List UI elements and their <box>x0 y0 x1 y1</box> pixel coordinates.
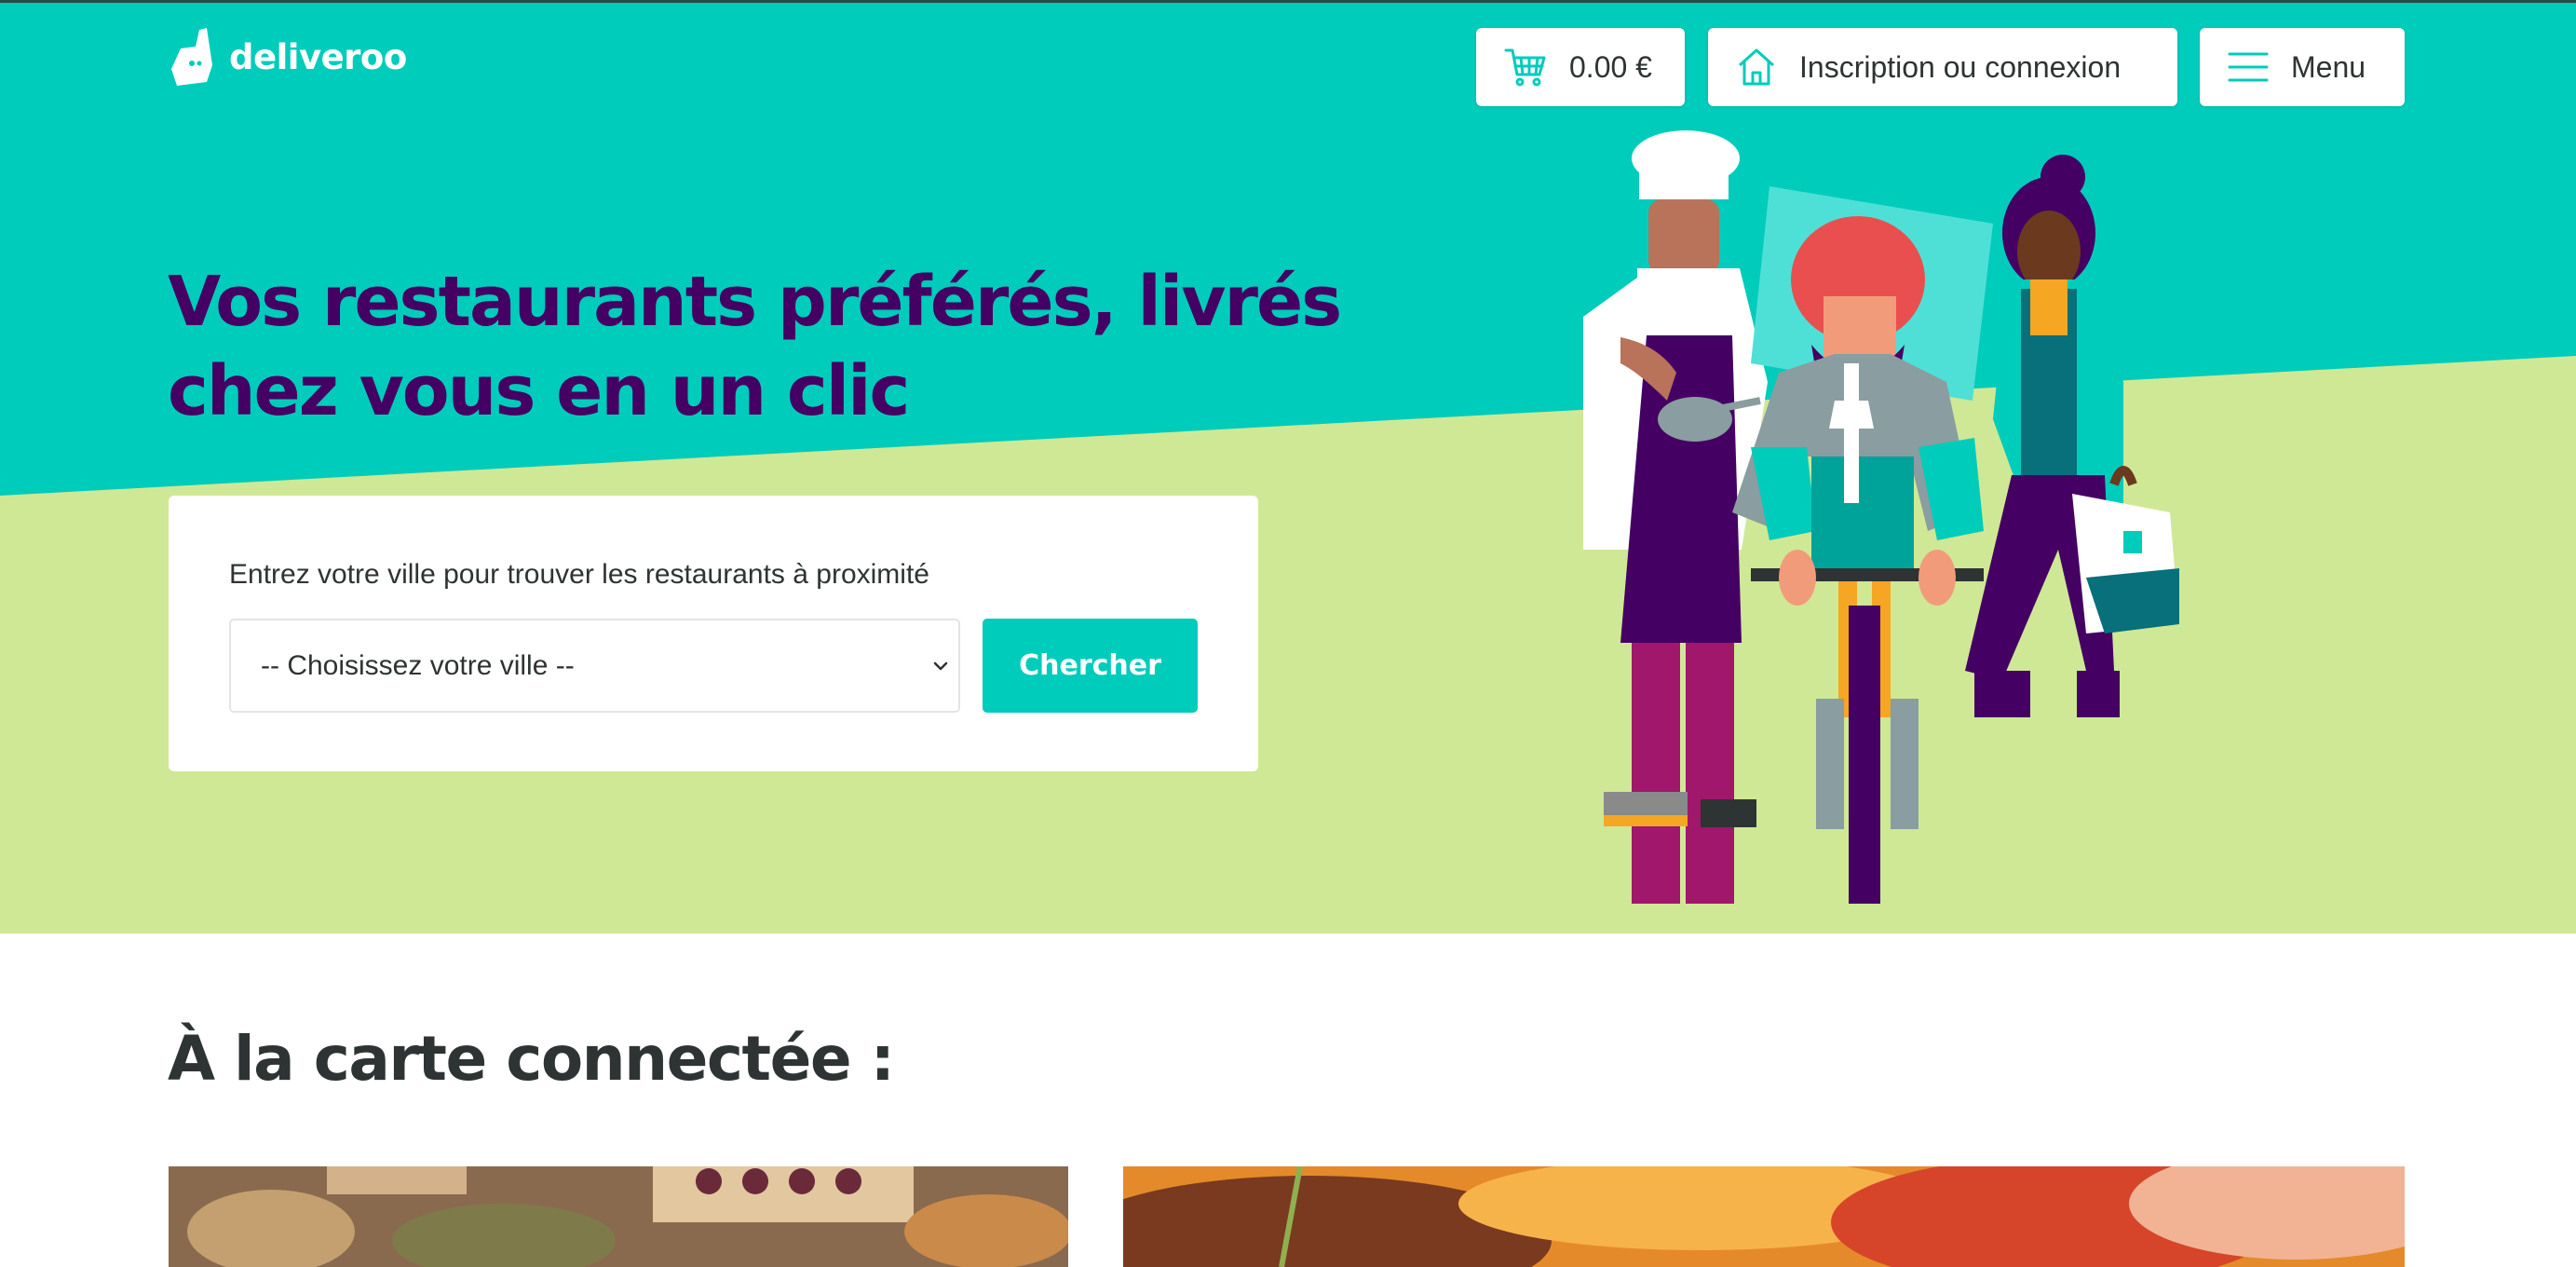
customer-illustration <box>1965 155 2179 717</box>
login-label: Inscription ou connexion <box>1799 49 2122 84</box>
headline-line-2: chez vous en un clic <box>168 351 910 431</box>
chevron-down-icon <box>933 661 948 671</box>
hero-section: deliveroo 0.00 € Inscription ou connexio… <box>0 0 2576 933</box>
rider-illustration <box>1732 186 1993 904</box>
restaurant-card-image-1[interactable] <box>169 1166 1068 1267</box>
cart-button[interactable]: 0.00 € <box>1476 28 1685 106</box>
city-search-card: Entrez votre ville pour trouver les rest… <box>169 496 1258 771</box>
burger-image <box>1123 1166 2405 1267</box>
login-button[interactable]: Inscription ou connexion <box>1708 28 2177 106</box>
deliveroo-logo[interactable]: deliveroo <box>168 28 407 86</box>
cart-total: 0.00 € <box>1569 49 1652 84</box>
menu-label: Menu <box>2291 49 2366 84</box>
city-select-value: -- Choisissez votre ville -- <box>261 649 575 681</box>
top-border <box>0 0 2576 3</box>
logo-wordmark: deliveroo <box>229 36 407 77</box>
cart-icon <box>1504 48 1546 87</box>
chef-illustration <box>1583 130 1768 904</box>
city-search-label: Entrez votre ville pour trouver les rest… <box>229 559 929 590</box>
hamburger-icon <box>2228 52 2269 82</box>
home-icon <box>1739 48 1774 86</box>
restaurant-card-image-2[interactable] <box>1123 1166 2405 1267</box>
headline-line-1: Vos restaurants préférés, livrés <box>168 262 1342 342</box>
hero-headline: Vos restaurants préférés, livrés chez vo… <box>168 257 1378 436</box>
food-platter-image <box>169 1166 1068 1267</box>
section-title: À la carte connectée : <box>168 1023 895 1095</box>
kangaroo-logo-icon <box>171 28 212 86</box>
city-select[interactable]: -- Choisissez votre ville -- <box>229 619 960 713</box>
hero-illustration <box>1583 130 2179 904</box>
search-button[interactable]: Chercher <box>983 619 1198 713</box>
menu-button[interactable]: Menu <box>2200 28 2405 106</box>
